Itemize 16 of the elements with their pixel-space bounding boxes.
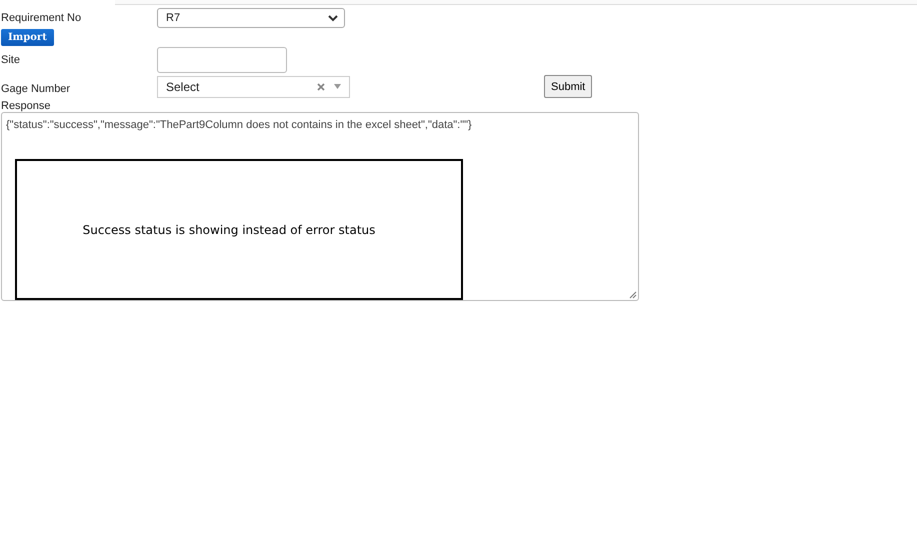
- site-input[interactable]: [157, 47, 287, 73]
- dropdown-arrow-icon[interactable]: [334, 84, 341, 89]
- clear-icon[interactable]: [317, 82, 325, 90]
- field-label: Requirement No: [0, 12, 82, 24]
- gage-select[interactable]: Select: [157, 76, 350, 98]
- field-label: Gage Number: [0, 82, 72, 94]
- field-label: Site: [0, 54, 21, 66]
- chevron-down-icon: [328, 14, 338, 22]
- response-text: {"status":"success","message":"ThePart9Column does not contains in the excel sheet","data":""}: [6, 119, 472, 131]
- import-button[interactable]: Import: [1, 29, 54, 46]
- response-textarea[interactable]: {"status":"success","message":"ThePart9Column does not contains in the excel sheet","data":""} Success status is showing instead of error status: [1, 112, 639, 301]
- annotation-text: Success status is showing instead of error status: [82, 222, 376, 236]
- requirement-select[interactable]: R7: [157, 8, 345, 28]
- field-label: Response: [0, 100, 52, 112]
- submit-button[interactable]: Submit: [544, 75, 592, 98]
- resize-grip-icon[interactable]: [629, 291, 637, 299]
